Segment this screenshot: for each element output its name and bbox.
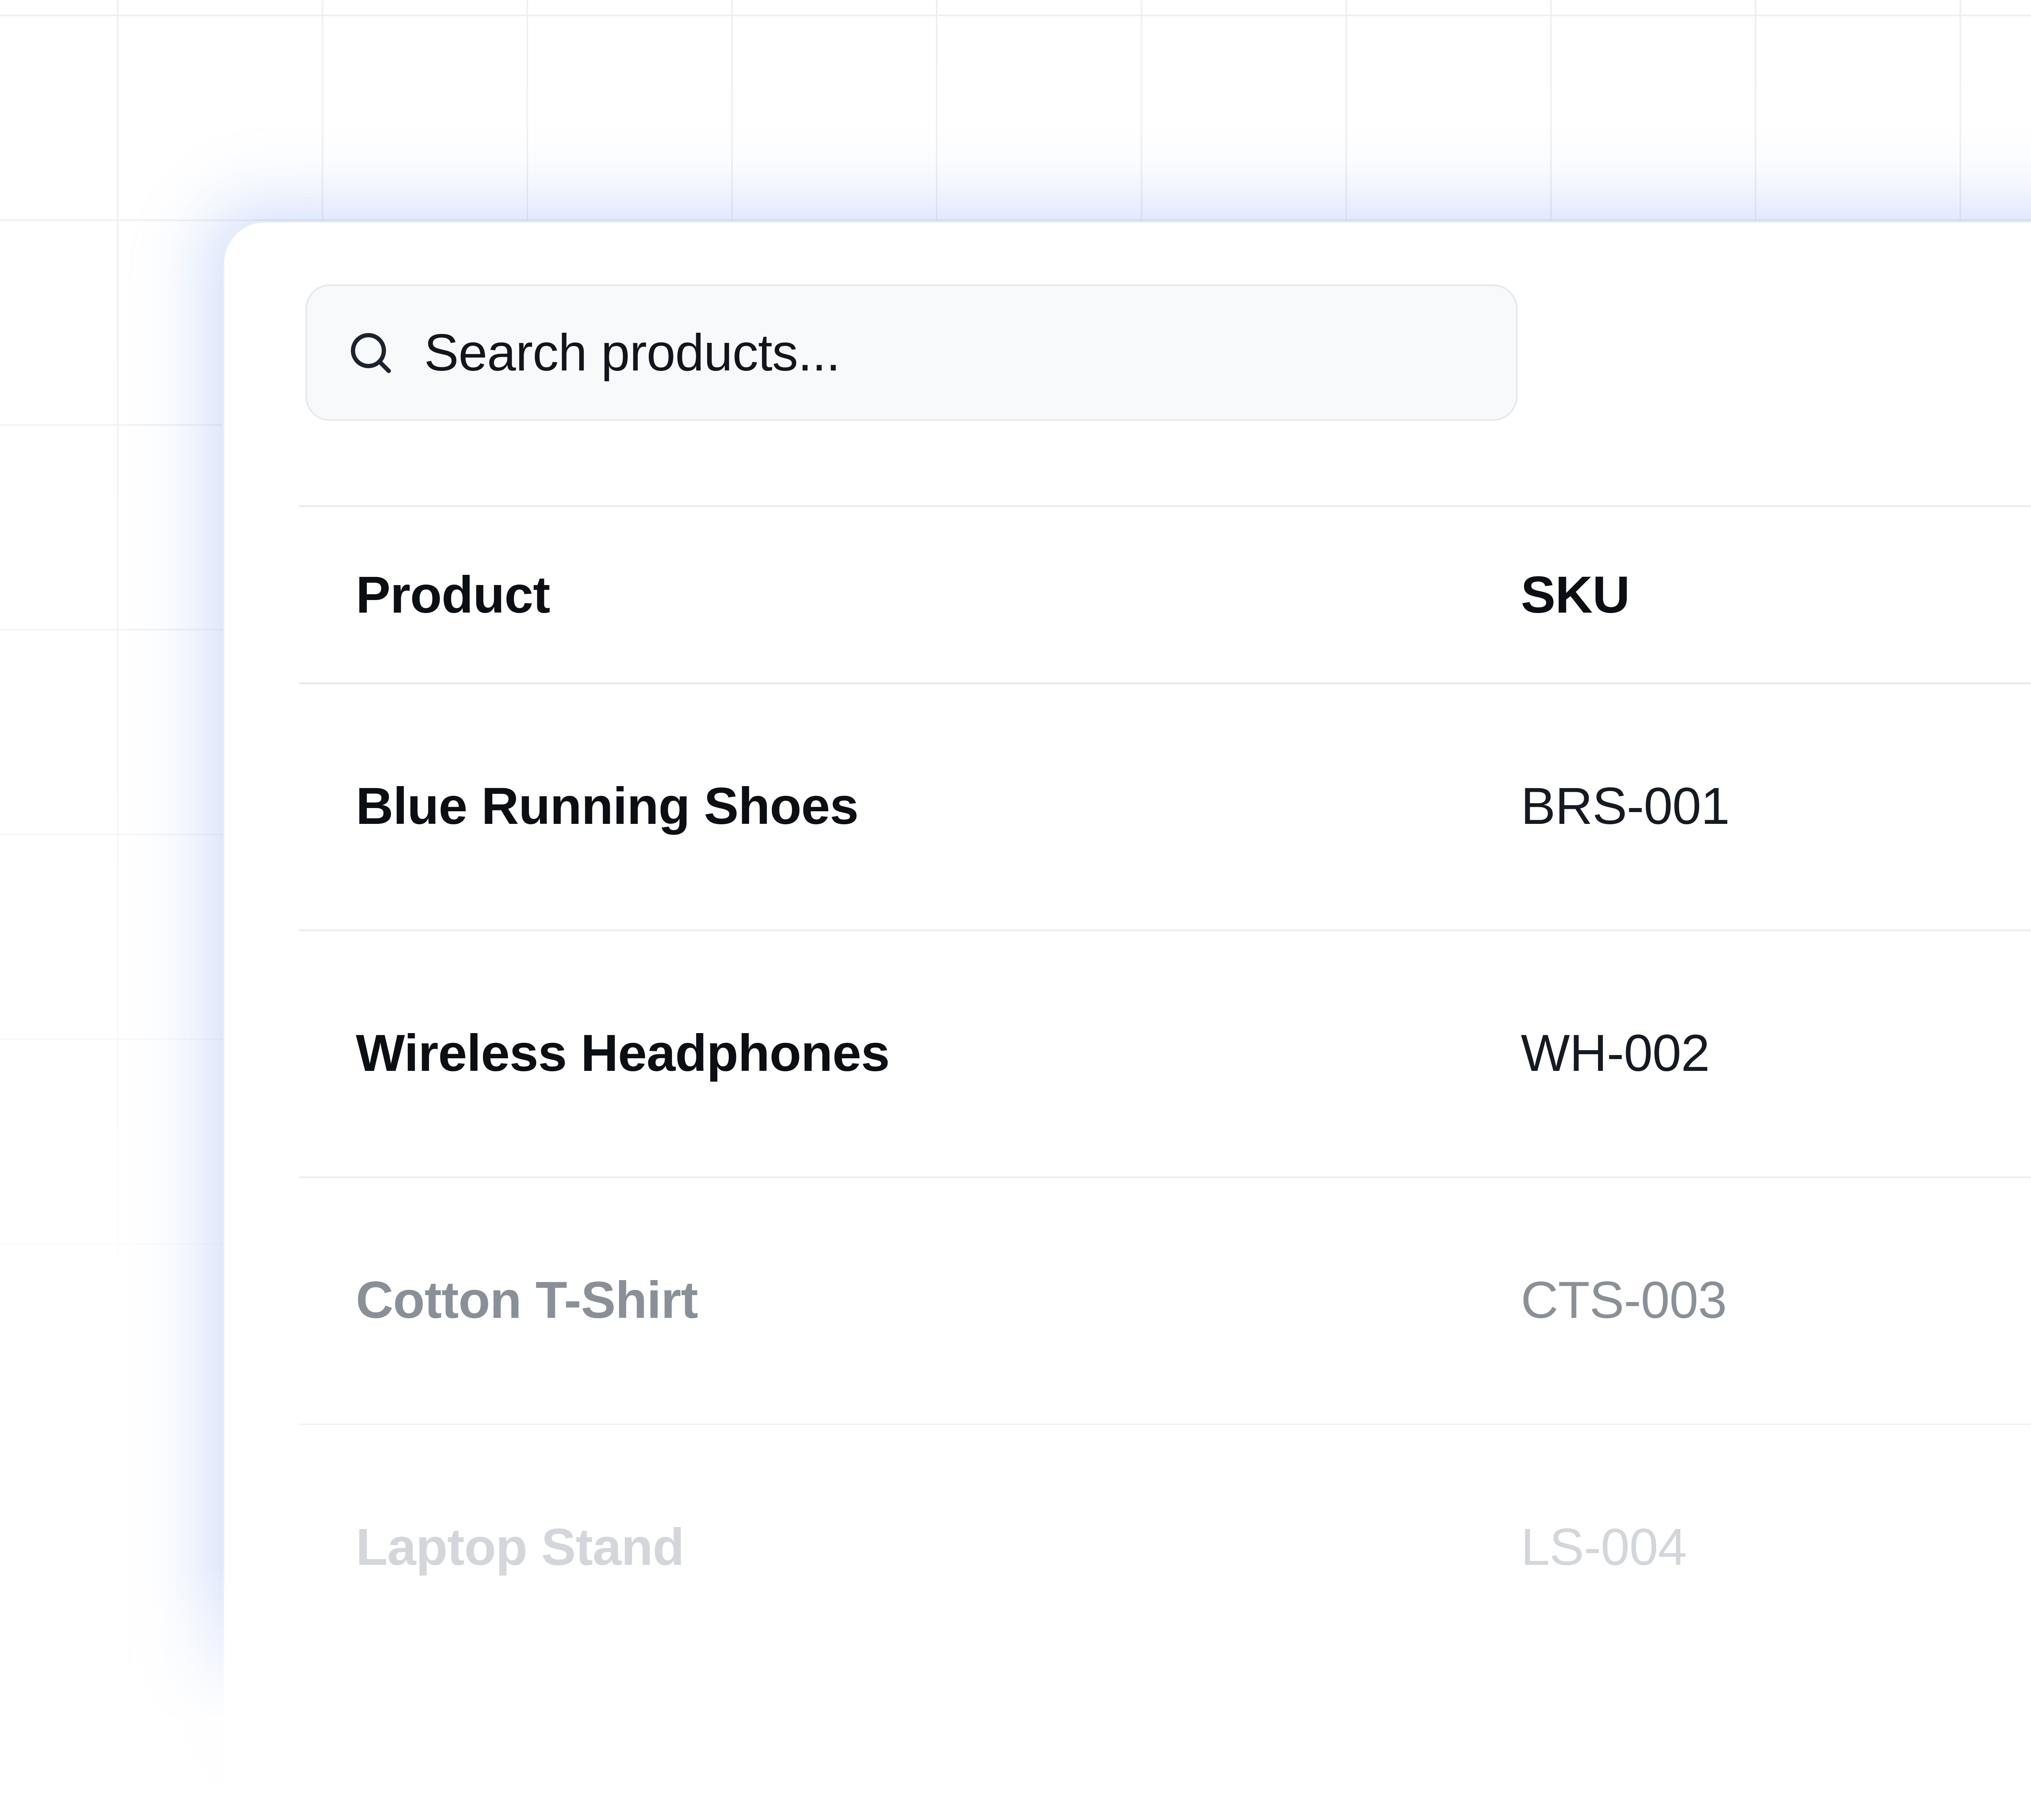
products-table: Product SKU Stock Category Blue Running … xyxy=(299,505,2031,1670)
search-icon xyxy=(346,328,395,377)
inventory-card: Product SKU Stock Category Blue Running … xyxy=(223,221,2031,1820)
cell-sku: BRS-001 xyxy=(1464,777,1986,837)
table-row[interactable]: Wireless Headphones WH-002 23 Electronic… xyxy=(299,931,2031,1178)
table-row[interactable]: Blue Running Shoes BRS-001 45 Footwear xyxy=(299,684,2031,931)
cell-sku: WH-002 xyxy=(1464,1024,1986,1084)
cell-product: Laptop Stand xyxy=(299,1518,1464,1578)
search-box[interactable] xyxy=(305,284,1518,421)
cell-stock: 0 xyxy=(1986,1271,2031,1331)
table-row[interactable]: Cotton T-Shirt CTS-003 0 Apparel xyxy=(299,1178,2031,1425)
cell-sku: LS-004 xyxy=(1464,1518,1986,1578)
column-header-stock: Stock xyxy=(1986,565,2031,625)
table-row[interactable]: Laptop Stand LS-004 67 Accessories xyxy=(299,1425,2031,1670)
page: Product SKU Stock Category Blue Running … xyxy=(0,0,2031,1820)
column-header-product: Product xyxy=(299,565,1464,625)
search-input[interactable] xyxy=(424,323,1477,383)
table-header-row: Product SKU Stock Category xyxy=(299,505,2031,684)
cell-product: Blue Running Shoes xyxy=(299,777,1464,837)
cell-stock: 67 xyxy=(1986,1518,2031,1578)
cell-product: Wireless Headphones xyxy=(299,1024,1464,1084)
cell-stock: 45 xyxy=(1986,777,2031,837)
column-header-sku: SKU xyxy=(1464,565,1986,625)
cell-stock: 23 xyxy=(1986,1024,2031,1084)
cell-sku: CTS-003 xyxy=(1464,1271,1986,1331)
cell-product: Cotton T-Shirt xyxy=(299,1271,1464,1331)
